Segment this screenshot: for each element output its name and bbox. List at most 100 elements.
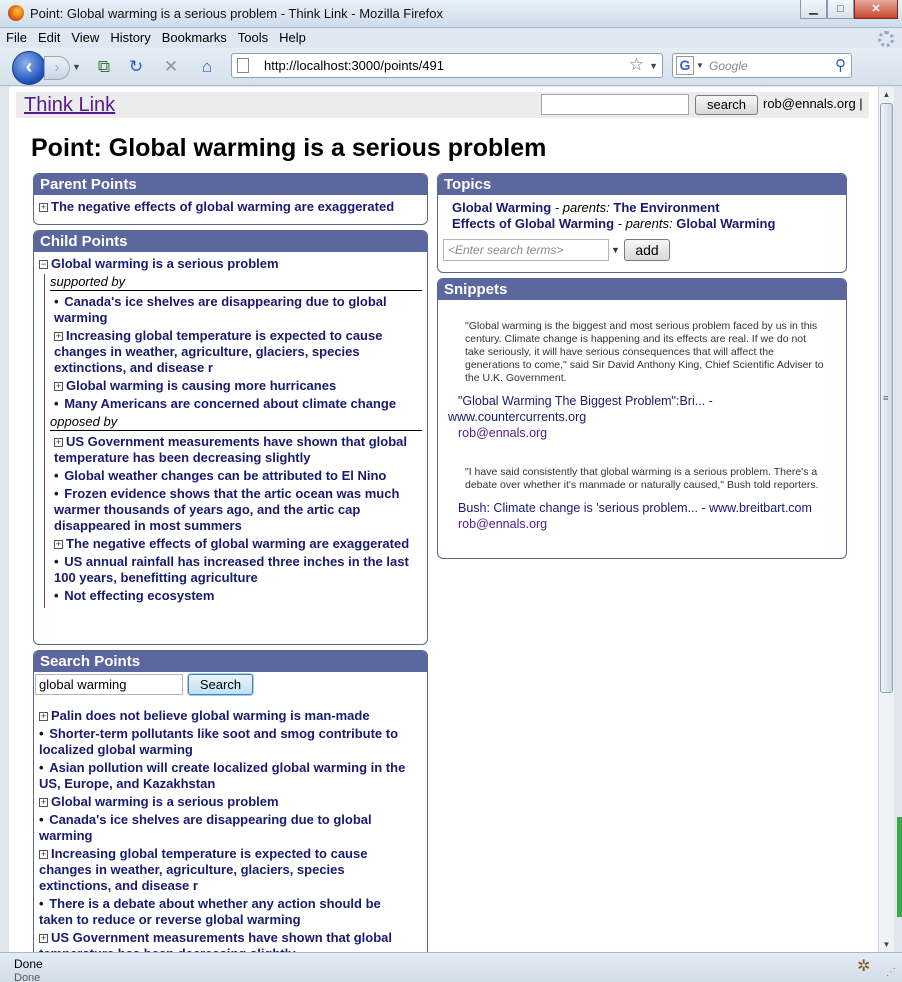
browser-search-placeholder[interactable]: Google	[709, 59, 748, 73]
search-result-item[interactable]: + US Government measurements have shown t…	[39, 930, 407, 952]
tab-group-icon[interactable]: ⧉	[94, 57, 114, 77]
search-result-link[interactable]: There is a debate about whether any acti…	[39, 896, 381, 927]
google-icon[interactable]: G	[676, 56, 694, 75]
search-result-link[interactable]: Asian pollution will create localized gl…	[39, 760, 405, 791]
close-button[interactable]: ✕	[854, 0, 898, 19]
opposing-point-link[interactable]: US Government measurements have shown th…	[54, 434, 407, 465]
search-result-link[interactable]: Increasing global temperature is expecte…	[39, 846, 367, 893]
topic-link[interactable]: Effects of Global Warming	[452, 216, 614, 231]
search-points-input[interactable]: global warming	[35, 674, 183, 695]
search-engine-dropdown-icon[interactable]: ▼	[696, 61, 704, 70]
snippet-user-link[interactable]: rob@ennals.org	[438, 516, 846, 532]
scroll-up-arrow-icon[interactable]: ▲	[879, 87, 894, 102]
topic-dropdown-icon[interactable]: ▼	[611, 245, 620, 255]
search-result-link[interactable]: Shorter-term pollutants like soot and sm…	[39, 726, 398, 757]
opposing-point-item[interactable]: + The negative effects of global warming …	[54, 536, 422, 552]
firebug-icon[interactable]: ✲	[857, 956, 870, 976]
search-points-button[interactable]: Search	[188, 674, 253, 695]
menu-edit[interactable]: Edit	[32, 28, 65, 45]
supporting-point-item[interactable]: + Global warming is causing more hurrican…	[54, 378, 422, 394]
snippet-source-link[interactable]: "Global Warming The Biggest Problem":Bri…	[438, 393, 846, 425]
collapse-icon[interactable]: −	[39, 260, 48, 269]
expand-icon[interactable]: +	[54, 332, 63, 341]
supporting-point-item[interactable]: + Increasing global temperature is expect…	[54, 328, 422, 376]
child-root-link[interactable]: Global warming is a serious problem	[51, 256, 279, 271]
search-result-link[interactable]: Global warming is a serious problem	[51, 794, 279, 809]
menu-bookmarks[interactable]: Bookmarks	[156, 28, 232, 45]
opposing-point-link[interactable]: Not effecting ecosystem	[64, 588, 214, 603]
snippet-source-link[interactable]: Bush: Climate change is 'serious problem…	[438, 500, 846, 516]
supporting-point-link[interactable]: Canada's ice shelves are disappearing du…	[54, 294, 387, 325]
opposing-point-link[interactable]: Frozen evidence shows that the artic oce…	[54, 486, 399, 533]
search-result-item[interactable]: • Asian pollution will create localized …	[39, 760, 407, 792]
stop-icon[interactable]: ✕	[161, 57, 181, 77]
search-result-item[interactable]: + Global warming is a serious problem	[39, 794, 407, 810]
menu-tools[interactable]: Tools	[232, 28, 273, 45]
opposing-point-link[interactable]: US annual rainfall has increased three i…	[54, 554, 409, 585]
supporting-point-item[interactable]: • Canada's ice shelves are disappearing …	[54, 294, 422, 326]
expand-icon[interactable]: +	[39, 798, 48, 807]
resize-grip-icon[interactable]: ⋰	[886, 967, 896, 978]
site-search-button[interactable]: search	[695, 95, 758, 115]
scroll-down-arrow-icon[interactable]: ▼	[879, 937, 894, 952]
opposing-point-item[interactable]: • Global weather changes can be attribut…	[54, 468, 422, 484]
menu-history[interactable]: History	[104, 28, 155, 45]
user-account[interactable]: rob@ennals.org |	[763, 96, 863, 111]
home-icon[interactable]: ⌂	[197, 57, 217, 77]
supporting-point-link[interactable]: Increasing global temperature is expecte…	[54, 328, 382, 375]
search-result-item[interactable]: + Palin does not believe global warming i…	[39, 708, 407, 724]
back-button[interactable]: ‹	[12, 51, 46, 85]
menu-help[interactable]: Help	[273, 28, 311, 45]
search-result-item[interactable]: • Shorter-term pollutants like soot and …	[39, 726, 407, 758]
expand-icon[interactable]: +	[54, 382, 63, 391]
opposing-point-item[interactable]: • US annual rainfall has increased three…	[54, 554, 422, 586]
browser-search-box[interactable]: G ▼ Google ⚲	[672, 53, 852, 78]
bookmark-star-icon[interactable]: ☆	[629, 55, 644, 75]
edge-accent	[897, 817, 902, 917]
child-root-item[interactable]: − Global warming is a serious problem	[39, 256, 422, 272]
expand-icon[interactable]: +	[39, 850, 48, 859]
search-result-item[interactable]: • Canada's ice shelves are disappearing …	[39, 812, 407, 844]
parent-point-link[interactable]: The negative effects of global warming a…	[51, 199, 394, 214]
search-result-item[interactable]: • There is a debate about whether any ac…	[39, 896, 407, 928]
address-bar[interactable]: http://localhost:3000/points/491 ☆ ▼	[231, 53, 663, 78]
expand-icon[interactable]: +	[54, 540, 63, 549]
topic-parent-link[interactable]: Global Warming	[676, 216, 775, 231]
expand-icon[interactable]: +	[39, 934, 48, 943]
expand-icon[interactable]: +	[39, 203, 48, 212]
expand-icon[interactable]: +	[39, 712, 48, 721]
topic-parent-link[interactable]: The Environment	[613, 200, 719, 215]
supporting-point-link[interactable]: Many Americans are concerned about clima…	[64, 396, 396, 411]
search-icon[interactable]: ⚲	[835, 56, 846, 74]
parent-point-item[interactable]: + The negative effects of global warming …	[39, 199, 427, 215]
maximize-button[interactable]: □	[827, 0, 854, 19]
forward-button[interactable]: ›	[44, 56, 70, 80]
minimize-button[interactable]: ▁	[800, 0, 827, 19]
search-result-link[interactable]: US Government measurements have shown th…	[39, 930, 392, 952]
history-dropdown-icon[interactable]: ▼	[72, 62, 81, 72]
address-url[interactable]: http://localhost:3000/points/491	[264, 58, 444, 73]
reload-icon[interactable]: ↻	[126, 57, 146, 77]
site-search-input[interactable]	[541, 94, 689, 115]
address-dropdown-icon[interactable]: ▼	[649, 61, 658, 71]
search-result-link[interactable]: Palin does not believe global warming is…	[51, 708, 370, 723]
vertical-scrollbar[interactable]: ▲ ≡ ▼	[878, 87, 894, 952]
opposing-point-item[interactable]: + US Government measurements have shown t…	[54, 434, 422, 466]
child-points-heading: Child Points	[34, 231, 427, 252]
opposing-point-link[interactable]: Global weather changes can be attributed…	[64, 468, 386, 483]
menu-file[interactable]: File	[0, 28, 32, 45]
menu-view[interactable]: View	[65, 28, 104, 45]
expand-icon[interactable]: +	[54, 438, 63, 447]
add-topic-button[interactable]: add	[624, 239, 670, 261]
search-result-item[interactable]: + Increasing global temperature is expect…	[39, 846, 407, 894]
snippet-user-link[interactable]: rob@ennals.org	[438, 425, 846, 441]
opposing-point-item[interactable]: • Frozen evidence shows that the artic o…	[54, 486, 422, 534]
search-result-link[interactable]: Canada's ice shelves are disappearing du…	[39, 812, 372, 843]
opposing-point-link[interactable]: The negative effects of global warming a…	[66, 536, 409, 551]
supporting-point-link[interactable]: Global warming is causing more hurricane…	[66, 378, 336, 393]
opposing-point-item[interactable]: • Not effecting ecosystem	[54, 588, 422, 604]
topic-link[interactable]: Global Warming	[452, 200, 551, 215]
topic-search-input[interactable]: <Enter search terms>	[443, 239, 609, 261]
supporting-point-item[interactable]: • Many Americans are concerned about cli…	[54, 396, 422, 412]
site-logo-link[interactable]: Think Link	[24, 94, 115, 117]
